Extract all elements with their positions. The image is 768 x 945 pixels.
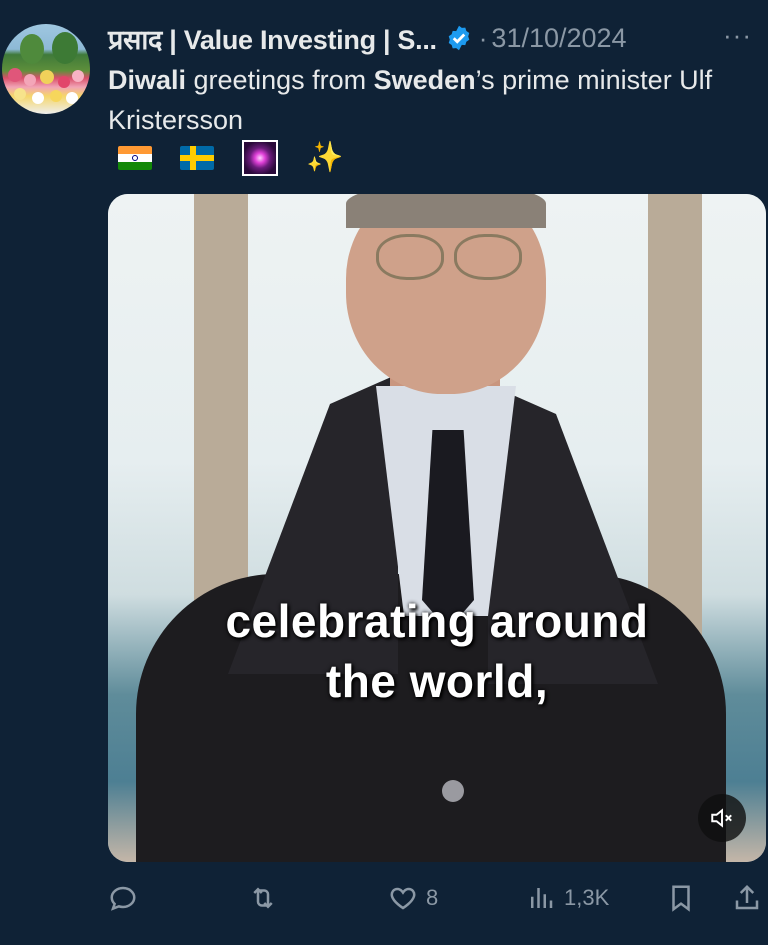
glasses-left	[376, 234, 444, 280]
separator-dot: ·	[478, 22, 488, 53]
india-flag-icon	[118, 146, 152, 170]
mute-button[interactable]	[698, 794, 746, 842]
tweet-text-segment: Sweden	[373, 65, 476, 95]
bookmark-icon	[672, 885, 690, 912]
reply-icon	[110, 886, 136, 911]
verified-badge-icon	[448, 25, 470, 51]
emoji-row: ✨	[118, 140, 343, 176]
views-bar-chart-icon	[531, 888, 553, 908]
share-icon	[735, 884, 759, 910]
author-name[interactable]: प्रसाद | Value Investing | S...	[108, 20, 437, 57]
hair	[346, 194, 546, 228]
jacket-button	[442, 780, 464, 802]
like-button[interactable]: 8	[388, 876, 438, 920]
muted-speaker-icon	[711, 808, 732, 828]
tweet-text: Diwali greetings from Sweden’s prime min…	[108, 60, 763, 140]
tweet-text-segment: greetings from	[186, 65, 374, 95]
bookmark-button[interactable]	[666, 876, 696, 920]
views-button[interactable]: 1,3K	[526, 876, 609, 920]
firework-icon	[242, 140, 278, 176]
glasses-right	[454, 234, 522, 280]
retweet-icon	[253, 887, 273, 909]
sweden-flag-icon	[180, 146, 214, 170]
video-caption-line: the world,	[325, 655, 549, 707]
sparkles-icon: ✨	[306, 141, 344, 174]
video-player[interactable]: celebrating around the world,	[108, 194, 766, 862]
share-button[interactable]	[732, 876, 762, 920]
video-caption-line: celebrating around	[225, 595, 649, 647]
action-bar: 8 1,3K	[108, 876, 768, 920]
retweet-button[interactable]	[248, 876, 286, 920]
more-options-icon[interactable]: ···	[723, 20, 752, 51]
reply-button[interactable]	[108, 876, 146, 920]
views-count: 1,3K	[564, 885, 610, 910]
tweet-date[interactable]: 31/10/2024	[491, 23, 626, 54]
avatar[interactable]	[2, 24, 90, 114]
tweet-text-segment: Diwali	[108, 65, 187, 95]
heart-icon	[390, 887, 416, 910]
like-count: 8	[426, 885, 439, 910]
tweet-header: प्रसाद | Value Investing | S... · 31/10/…	[108, 20, 758, 56]
